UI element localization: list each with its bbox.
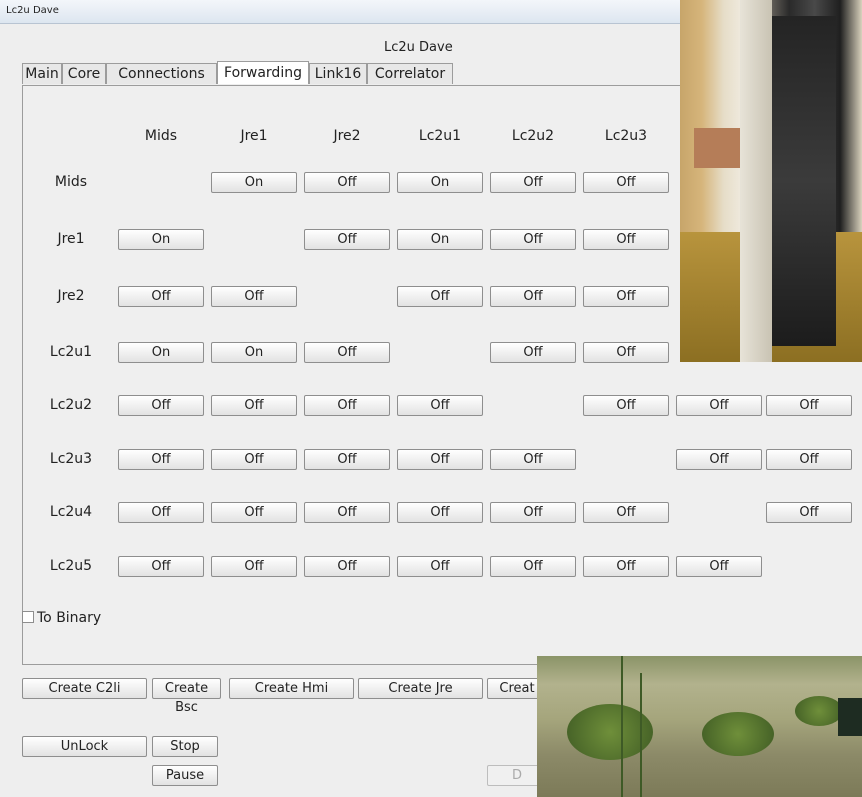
column-header: Lc2u3 [604,128,648,144]
forward-toggle-button[interactable]: Off [397,556,483,577]
field-device [838,698,862,736]
forward-toggle-button[interactable]: Off [676,395,762,416]
column-header: Lc2u1 [418,128,462,144]
to-binary-checkbox[interactable] [22,611,34,623]
forward-toggle-button[interactable]: Off [211,286,297,307]
forward-toggle-button[interactable]: Off [397,502,483,523]
forward-toggle-button[interactable]: Off [118,556,204,577]
forward-toggle-button[interactable]: Off [583,172,669,193]
forward-toggle-button[interactable]: Off [304,556,390,577]
row-label: Jre2 [57,288,85,304]
app-title: Lc2u Dave [384,40,453,55]
forward-toggle-button[interactable]: Off [304,449,390,470]
forward-toggle-button[interactable]: On [397,229,483,250]
forward-toggle-button[interactable]: Off [490,449,576,470]
forward-toggle-button[interactable]: Off [490,502,576,523]
forward-toggle-button[interactable]: Off [397,449,483,470]
forward-toggle-button[interactable]: Off [304,395,390,416]
tab-link16[interactable]: Link16 [309,63,367,84]
forward-toggle-button[interactable]: Off [583,342,669,363]
forward-toggle-button[interactable]: Off [397,395,483,416]
forward-toggle-button[interactable]: Off [118,395,204,416]
create-hmi-button[interactable]: Create Hmi [229,678,354,699]
forward-toggle-button[interactable]: Off [583,286,669,307]
forward-toggle-button[interactable]: Off [583,502,669,523]
forward-toggle-button[interactable]: Off [490,556,576,577]
application-window: Lc2u Dave Lc2u Dave Main Core Connection… [0,0,862,797]
row-label: Jre1 [57,231,85,247]
grass-stalk [640,673,642,797]
row-label: Lc2u4 [49,504,93,520]
forward-toggle-button[interactable]: On [211,342,297,363]
forward-toggle-button[interactable]: Off [490,286,576,307]
tab-connections[interactable]: Connections [106,63,217,84]
forward-toggle-button[interactable]: Off [211,395,297,416]
forward-toggle-button[interactable]: Off [304,172,390,193]
tab-forwarding[interactable]: Forwarding [217,61,309,84]
lab-photo-overlay [680,0,862,362]
forward-toggle-button[interactable]: Off [304,342,390,363]
equipment-rack [766,16,836,346]
bush [702,712,774,756]
forward-toggle-button[interactable]: Off [766,449,852,470]
forward-toggle-button[interactable]: Off [676,556,762,577]
to-binary-option[interactable]: To Binary [22,610,101,626]
forward-toggle-button[interactable]: On [118,342,204,363]
forward-toggle-button[interactable]: Off [397,286,483,307]
forward-toggle-button[interactable]: On [397,172,483,193]
forward-toggle-button[interactable]: Off [304,229,390,250]
forward-toggle-button[interactable]: Off [490,172,576,193]
stop-button[interactable]: Stop [152,736,218,757]
forward-toggle-button[interactable]: Off [766,395,852,416]
row-label: Lc2u2 [49,397,93,413]
forward-toggle-button[interactable]: Off [211,502,297,523]
forward-toggle-button[interactable]: Off [211,449,297,470]
field-photo-overlay [537,656,862,797]
create-jre-button[interactable]: Create Jre [358,678,483,699]
forward-toggle-button[interactable]: Off [583,229,669,250]
forward-toggle-button[interactable]: Off [676,449,762,470]
row-label: Lc2u5 [49,558,93,574]
cabinet-door [740,0,772,362]
tab-correlator[interactable]: Correlator [367,63,453,84]
column-header: Jre1 [240,128,268,144]
forward-toggle-button[interactable]: Off [583,556,669,577]
bush [795,696,843,726]
row-label: Lc2u3 [49,451,93,467]
grass-stalk [621,656,623,797]
column-header: Mids [144,128,178,144]
create-bsc-button[interactable]: Create Bsc [152,678,221,715]
window-title: Lc2u Dave [6,5,59,16]
forward-toggle-button[interactable]: Off [583,395,669,416]
forward-toggle-button[interactable]: Off [118,502,204,523]
forward-toggle-button[interactable]: Off [766,502,852,523]
row-label: Lc2u1 [49,344,93,360]
forward-toggle-button[interactable]: Off [490,342,576,363]
forward-toggle-button[interactable]: Off [304,502,390,523]
forward-toggle-button[interactable]: Off [118,286,204,307]
forward-toggle-button[interactable]: Off [118,449,204,470]
unlock-button[interactable]: UnLock [22,736,147,757]
tab-main[interactable]: Main [22,63,62,84]
row-label: Mids [54,174,88,190]
forward-toggle-button[interactable]: On [211,172,297,193]
to-binary-label: To Binary [37,610,102,626]
column-header: Lc2u2 [511,128,555,144]
forward-toggle-button[interactable]: Off [211,556,297,577]
pause-button[interactable]: Pause [152,765,218,786]
forward-toggle-button[interactable]: On [118,229,204,250]
column-header: Jre2 [333,128,361,144]
forward-toggle-button[interactable]: Off [490,229,576,250]
cardboard-box [694,128,744,168]
create-c2li-button[interactable]: Create C2li [22,678,147,699]
tab-core[interactable]: Core [62,63,106,84]
